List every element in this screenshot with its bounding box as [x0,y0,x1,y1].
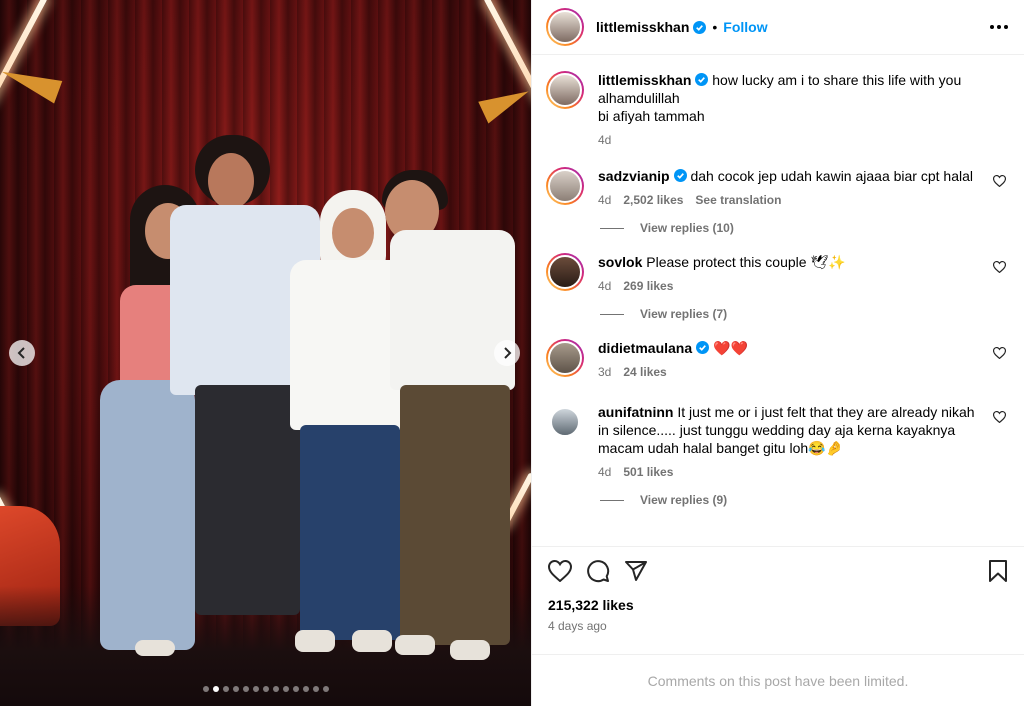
commenter-avatar[interactable] [546,339,584,377]
heart-icon[interactable] [993,411,1006,423]
comment-likes[interactable]: 501 likes [623,463,673,481]
caption-line: how lucky am i to share this life with y… [712,72,962,88]
carousel-dot [222,686,229,692]
comment: aunifatninn It just me or i just felt th… [546,403,1008,481]
caption-line: alhamdulillah [598,90,680,106]
verified-icon [695,73,709,86]
post-actions: 215,322 likes 4 days ago [532,546,1024,654]
carousel-dot [252,686,259,692]
commenter-username[interactable]: didietmaulana [598,340,692,356]
commenter-username[interactable]: aunifatninn [598,404,673,420]
commenter-avatar[interactable] [546,403,584,441]
comment: sovlok Please protect this couple 🕊✨ 4d 2… [546,253,1008,295]
comment-likes[interactable]: 269 likes [623,277,673,295]
comment: didietmaulana ❤️❤️ 3d 24 likes [546,339,1008,381]
heart-icon[interactable] [993,175,1006,187]
caption-age: 4d [598,133,612,147]
comment-age: 4d [598,279,612,293]
comment-age: 4d [598,193,612,207]
carousel-dot [322,686,329,692]
comment: sadzvianip dah cocok jep udah kawin ajaa… [546,167,1008,209]
more-options-icon[interactable] [990,25,1008,29]
author-username[interactable]: littlemisskhan [596,19,689,35]
bookmark-icon[interactable] [988,560,1008,582]
comment-icon[interactable] [586,559,610,583]
commenter-avatar[interactable] [546,167,584,205]
carousel-dot [282,686,289,692]
chevron-right-icon [504,347,512,359]
author-avatar[interactable] [546,71,584,109]
commenter-avatar[interactable] [546,253,584,291]
heart-icon[interactable] [548,560,572,582]
carousel-dot [272,686,279,692]
caption: littlemisskhan how lucky am i to share t… [546,71,1008,149]
caption-line: bi afiyah tammah [598,108,705,124]
carousel-dot [242,686,249,692]
carousel-dot [232,686,239,692]
carousel-dot [202,686,209,692]
carousel-dot [262,686,269,692]
see-translation-link[interactable]: See translation [695,191,781,209]
comment-likes[interactable]: 2,502 likes [623,191,683,209]
carousel-dot [212,686,219,692]
caption-username[interactable]: littlemisskhan [598,72,691,88]
view-replies-button[interactable]: View replies (7) [600,307,1008,321]
follow-button[interactable]: Follow [723,19,767,35]
carousel-indicator [0,686,531,692]
comments-limited-notice: Comments on this post have been limited. [532,654,1024,706]
carousel-dot [302,686,309,692]
carousel-dot [292,686,299,692]
comment-text: Please protect this couple 🕊✨ [646,254,846,270]
separator-dot: • [712,19,718,35]
likes-count[interactable]: 215,322 likes [548,597,1008,613]
verified-icon [696,341,710,354]
comment-age: 4d [598,465,612,479]
view-replies-button[interactable]: View replies (10) [600,221,1008,235]
carousel-next-button[interactable] [494,340,520,366]
heart-icon[interactable] [993,347,1006,359]
person-white-shirt [370,170,520,680]
comments-list[interactable]: littlemisskhan how lucky am i to share t… [532,55,1024,546]
comment-text: dah cocok jep udah kawin ajaaa biar cpt … [690,168,974,184]
comment-text: ❤️❤️ [713,340,748,356]
author-avatar[interactable] [546,8,584,46]
commenter-username[interactable]: sovlok [598,254,642,270]
carousel-dot [312,686,319,692]
comment-age: 3d [598,365,612,379]
comment-likes[interactable]: 24 likes [623,363,666,381]
post-header: littlemisskhan • Follow [532,0,1024,55]
carousel-prev-button[interactable] [9,340,35,366]
heart-icon[interactable] [993,261,1006,273]
post-details-panel: littlemisskhan • Follow littlemisskhan h… [531,0,1024,706]
post-date: 4 days ago [548,619,607,633]
post-photo[interactable] [0,0,531,706]
commenter-username[interactable]: sadzvianip [598,168,670,184]
view-replies-button[interactable]: View replies (9) [600,493,1008,507]
verified-icon [693,20,707,34]
chevron-left-icon [17,347,25,359]
verified-icon [673,169,687,182]
share-icon[interactable] [624,560,648,582]
